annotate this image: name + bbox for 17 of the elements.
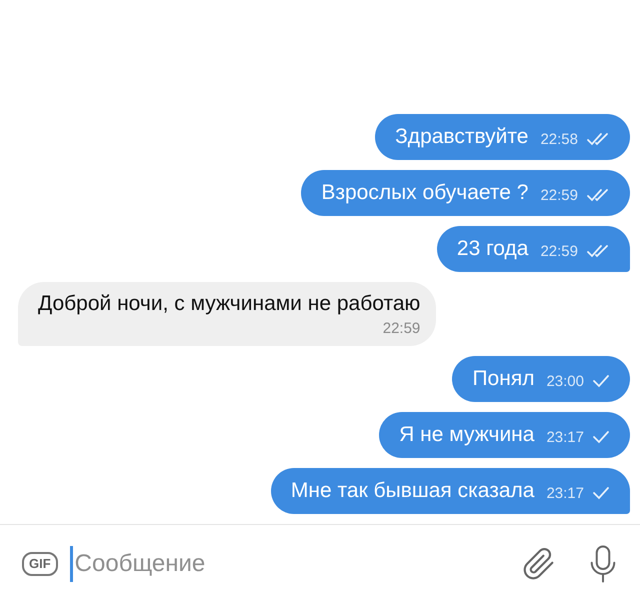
message-text: Взрослых обучаете ? — [321, 180, 528, 206]
message-time: 22:59 — [382, 319, 420, 339]
message-text: Доброй ночи, с мужчинами не работаю — [38, 291, 420, 317]
message-text: Здравствуйте — [395, 124, 528, 150]
microphone-icon[interactable] — [588, 542, 618, 584]
message-time: 22:59 — [540, 186, 578, 206]
message-text: 23 года — [456, 236, 528, 262]
message-time: 22:58 — [540, 130, 578, 150]
message-input-field[interactable]: Сообщение — [70, 546, 510, 582]
message-text: Я не мужчина — [399, 422, 534, 448]
message-time: 23:17 — [546, 428, 584, 448]
gif-button[interactable]: GIF — [22, 552, 58, 576]
message-time: 22:59 — [540, 242, 578, 262]
message-text: Мне так бывшая сказала — [290, 478, 534, 504]
message-time: 23:17 — [546, 484, 584, 504]
message-text: Понял — [472, 366, 534, 392]
message-time: 23:00 — [546, 372, 584, 392]
